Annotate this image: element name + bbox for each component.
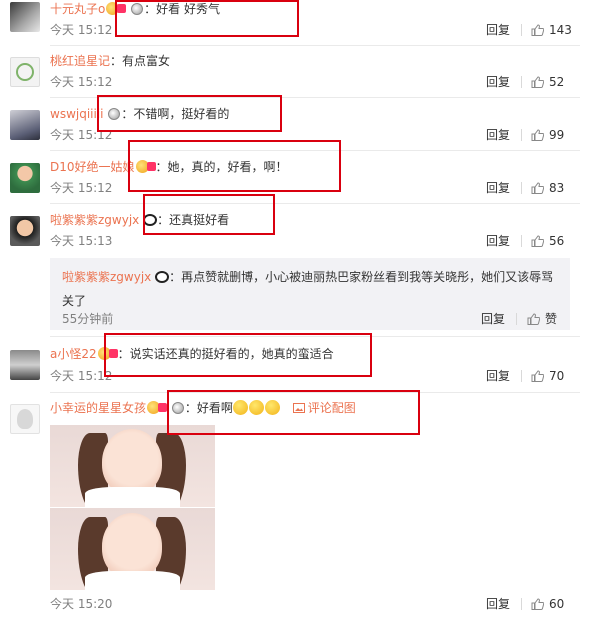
like-count: 60 xyxy=(549,597,565,611)
reply-button[interactable]: 回复 xyxy=(481,311,505,327)
subreply-body: 啦紫紫紫zgwyjx ：再点赞就删博，小心被迪丽热巴家粉丝看到我等关晓彤，她们又… xyxy=(62,265,562,313)
divider xyxy=(50,203,580,204)
comment-time: 今天 15:13 xyxy=(50,234,113,248)
panda-emoji-icon xyxy=(155,271,170,283)
avatar[interactable] xyxy=(10,216,40,246)
divider xyxy=(521,129,522,141)
divider xyxy=(521,598,522,610)
like-count: 99 xyxy=(549,128,565,142)
avatar[interactable] xyxy=(10,110,40,140)
highlight-box xyxy=(104,333,372,377)
reply-button[interactable]: 回复 xyxy=(486,368,510,384)
divider xyxy=(521,76,522,88)
reply-button[interactable]: 回复 xyxy=(486,180,510,196)
divider xyxy=(521,235,522,247)
comment-time: 今天 15:20 xyxy=(50,597,113,611)
comment-time: 今天 15:12 xyxy=(50,75,113,89)
thumbs-up-icon[interactable] xyxy=(531,24,544,36)
divider xyxy=(521,370,522,382)
highlight-box xyxy=(97,95,282,132)
avatar[interactable] xyxy=(10,57,40,87)
like-count: 56 xyxy=(549,234,565,248)
divider xyxy=(516,313,517,325)
thumbs-up-icon[interactable] xyxy=(527,313,540,325)
divider xyxy=(521,182,522,194)
highlight-box xyxy=(143,194,275,235)
username-link[interactable]: 十元丸子o xyxy=(50,2,105,16)
username-link[interactable]: D10好绝一姑娘 xyxy=(50,160,135,174)
username-link[interactable]: wswjqiiiii xyxy=(50,107,104,121)
username-link[interactable]: 桃红追星记 xyxy=(50,54,110,68)
thumbs-up-icon[interactable] xyxy=(531,76,544,88)
username-link[interactable]: 啦紫紫紫zgwyjx xyxy=(50,213,139,227)
username-link[interactable]: 小幸运的星星女孩 xyxy=(50,401,146,415)
comment-body: 桃红追星记：有点富女 xyxy=(50,53,170,69)
comment-image[interactable] xyxy=(50,425,215,590)
highlight-box xyxy=(128,140,341,192)
like-count: 83 xyxy=(549,181,565,195)
comment-text: ：有点富女 xyxy=(110,54,171,68)
avatar[interactable] xyxy=(10,2,40,32)
like-count: 70 xyxy=(549,369,565,383)
reply-button[interactable]: 回复 xyxy=(486,127,510,143)
reply-button[interactable]: 回复 xyxy=(486,233,510,249)
highlight-box xyxy=(167,390,420,435)
thumbs-up-icon[interactable] xyxy=(531,598,544,610)
username-link[interactable]: a小怪22 xyxy=(50,347,97,361)
vip-icon xyxy=(158,403,168,412)
subreply-time: 55分钟前 xyxy=(62,312,114,326)
like-count: 143 xyxy=(549,23,572,37)
avatar[interactable] xyxy=(10,163,40,193)
highlight-box xyxy=(115,0,299,37)
like-label[interactable]: 赞 xyxy=(545,311,557,327)
thumbs-up-icon[interactable] xyxy=(531,129,544,141)
thumbs-up-icon[interactable] xyxy=(531,182,544,194)
divider xyxy=(50,45,580,46)
thumbs-up-icon[interactable] xyxy=(531,235,544,247)
avatar[interactable] xyxy=(10,404,40,434)
thumbs-up-icon[interactable] xyxy=(531,370,544,382)
like-count: 52 xyxy=(549,75,565,89)
username-link[interactable]: 啦紫紫紫zgwyjx xyxy=(62,270,151,284)
avatar[interactable] xyxy=(10,350,40,380)
reply-button[interactable]: 回复 xyxy=(486,596,510,612)
divider xyxy=(521,24,522,36)
comment-time: 今天 15:12 xyxy=(50,181,113,195)
reply-button[interactable]: 回复 xyxy=(486,74,510,90)
comment-time: 今天 15:12 xyxy=(50,23,113,37)
reply-button[interactable]: 回复 xyxy=(486,22,510,38)
